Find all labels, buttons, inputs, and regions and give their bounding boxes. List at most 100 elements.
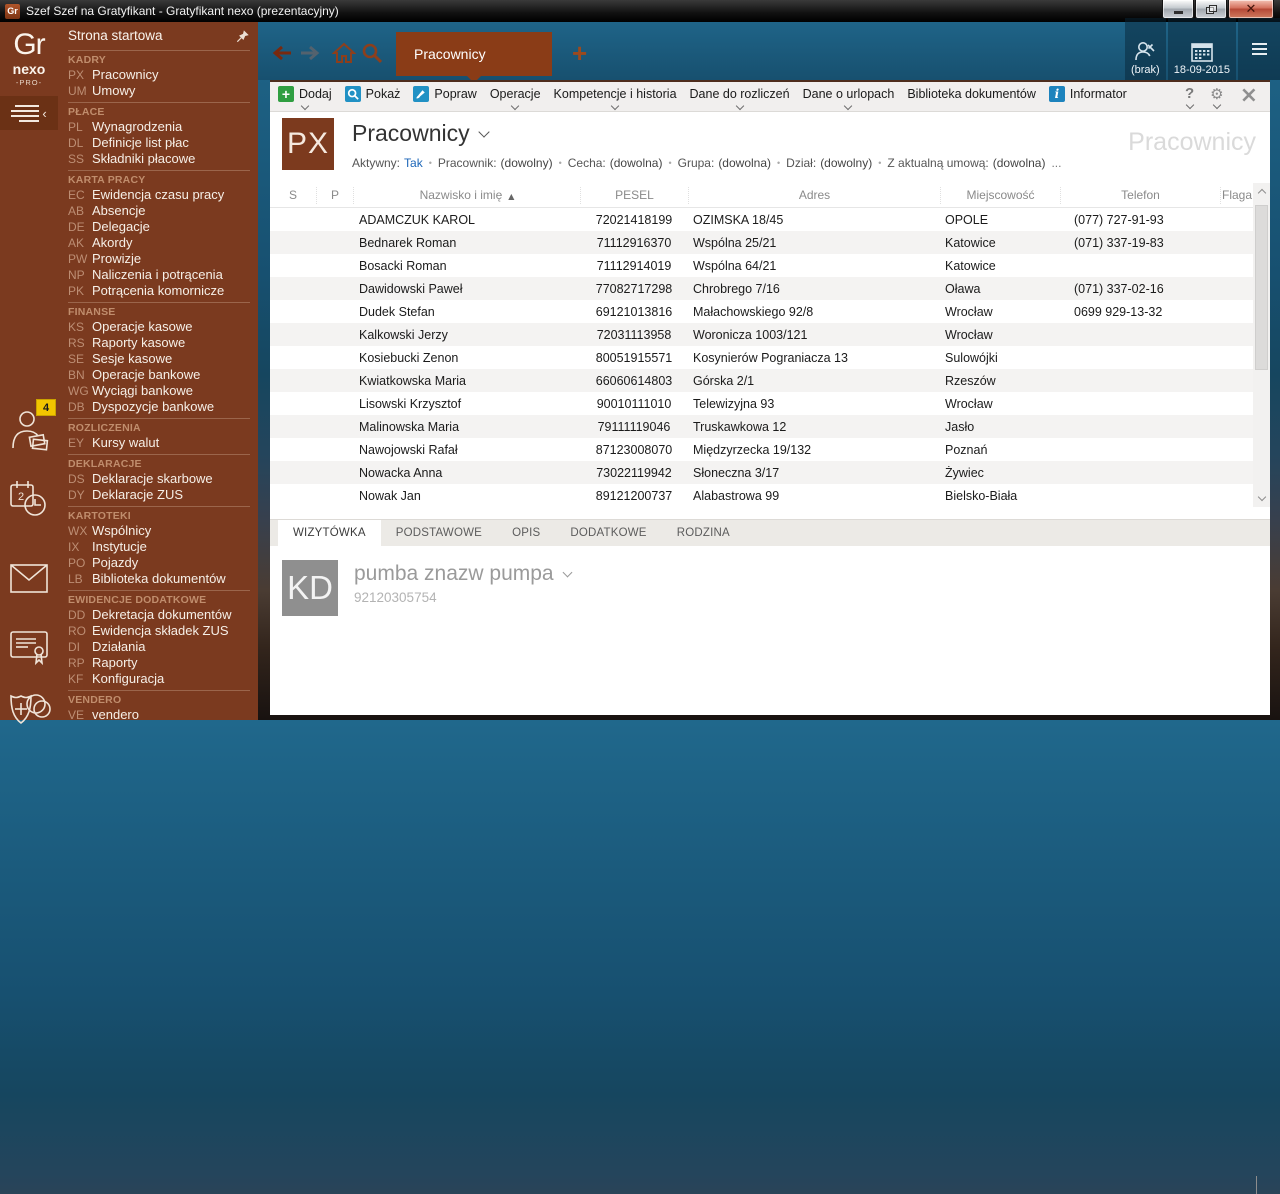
sidebar-item-ix[interactable]: IXInstytucje <box>68 539 250 555</box>
name-dropdown-chevron-icon[interactable] <box>562 568 572 578</box>
filter-value[interactable]: (dowolny) <box>820 156 872 170</box>
column-header-pesel[interactable]: PESEL <box>580 187 688 204</box>
sidebar-item-bn[interactable]: BNOperacje bankowe <box>68 367 250 383</box>
filter-cecha[interactable]: Cecha:(dowolna) <box>553 156 663 170</box>
filter-value[interactable]: (dowolny) <box>501 156 553 170</box>
sidebar-item-pw[interactable]: PWProwizje <box>68 251 250 267</box>
table-row[interactable]: Nowak Jan89121200737Alabastrowa 99Bielsk… <box>270 484 1253 507</box>
toolbar-button-dodaj[interactable]: +Dodaj <box>278 85 332 109</box>
sidebar-item-rs[interactable]: RSRaporty kasowe <box>68 335 250 351</box>
column-header-p[interactable]: P <box>316 187 353 204</box>
sidebar-item-um[interactable]: UMUmowy <box>68 83 250 99</box>
detail-scroll-down-button[interactable] <box>1256 1176 1257 1194</box>
table-row[interactable]: Kalkowski Jerzy72031113958Woronicza 1003… <box>270 323 1253 346</box>
main-menu-button[interactable] <box>1238 18 1280 80</box>
detail-tab-dodatkowe[interactable]: DODATKOWE <box>555 520 661 546</box>
table-row[interactable]: Malinowska Maria79111119046Truskawkowa 1… <box>270 415 1253 438</box>
sidebar-item-wg[interactable]: WGWyciągi bankowe <box>68 383 250 399</box>
sidebar-item-de[interactable]: DEDelegacje <box>68 219 250 235</box>
table-row[interactable]: Kwiatkowska Maria66060614803Górska 2/1Rz… <box>270 369 1253 392</box>
toolbar-button-operacje[interactable]: Operacje <box>490 85 541 109</box>
close-view-button[interactable]: × <box>1240 86 1258 107</box>
restore-button[interactable] <box>1195 0 1227 19</box>
sidebar-item-ks[interactable]: KSOperacje kasowe <box>68 319 250 335</box>
toolbar-button-poka-[interactable]: Pokaż <box>345 85 401 109</box>
forward-button[interactable] <box>296 41 324 65</box>
detail-tab-wizytówka[interactable]: WIZYTÓWKA <box>278 520 381 546</box>
sidebar-item-di[interactable]: DIDziałania <box>68 639 250 655</box>
table-row[interactable]: Lisowski Krzysztof90010111010Telewizyjna… <box>270 392 1253 415</box>
insurance-shortcut-button[interactable] <box>0 688 58 732</box>
sidebar-item-ak[interactable]: AKAkordy <box>68 235 250 251</box>
table-row[interactable]: Nawojowski Rafał87123008070Międzyrzecka … <box>270 438 1253 461</box>
sidebar-item-po[interactable]: POPojazdy <box>68 555 250 571</box>
toolbar-button-popraw[interactable]: Popraw <box>413 85 476 109</box>
filter-dział[interactable]: Dział:(dowolny) <box>771 156 872 170</box>
sidebar-item-ab[interactable]: ABAbsencje <box>68 203 250 219</box>
filters-more[interactable]: ... <box>1051 156 1061 170</box>
title-dropdown-chevron-icon[interactable] <box>478 126 489 137</box>
sidebar-item-ey[interactable]: EYKursy walut <box>68 435 250 451</box>
table-row[interactable]: Nowacka Anna73022119942Słoneczna 3/17Żyw… <box>270 461 1253 484</box>
back-button[interactable] <box>268 41 296 65</box>
sidebar-item-px[interactable]: PXPracownicy <box>68 67 250 83</box>
column-header-nazwisko-i-imię[interactable]: Nazwisko i imię▲ <box>353 187 580 204</box>
sidebar-item-se[interactable]: SESesje kasowe <box>68 351 250 367</box>
detail-tab-podstawowe[interactable]: PODSTAWOWE <box>381 520 497 546</box>
column-header-miejscowość[interactable]: Miejscowość <box>940 187 1060 204</box>
minimize-button[interactable] <box>1162 0 1194 19</box>
table-row[interactable]: ADAMCZUK KAROL72021418199OZIMSKA 18/45OP… <box>270 208 1253 231</box>
calendar-shortcut-button[interactable]: 2 <box>0 478 58 520</box>
sidebar-item-kf[interactable]: KFKonfiguracja <box>68 671 250 687</box>
sidebar-item-db[interactable]: DBDyspozycje bankowe <box>68 399 250 415</box>
toolbar-button-dane-o-urlopach[interactable]: Dane o urlopach <box>803 85 895 109</box>
user-tile[interactable]: (brak) <box>1125 18 1166 80</box>
sidebar-item-ec[interactable]: ECEwidencja czasu pracy <box>68 187 250 203</box>
date-tile[interactable]: 18-09-2015 <box>1168 18 1236 80</box>
vertical-scrollbar[interactable] <box>1253 183 1270 507</box>
scroll-up-button[interactable] <box>1253 183 1270 200</box>
scrollbar-thumb[interactable] <box>1255 205 1268 370</box>
sidebar-item-pl[interactable]: PLWynagrodzenia <box>68 119 250 135</box>
table-row[interactable]: Bednarek Roman71112916370Wspólna 25/21Ka… <box>270 231 1253 254</box>
detail-tab-opis[interactable]: OPIS <box>497 520 555 546</box>
sidebar-item-wx[interactable]: WXWspólnicy <box>68 523 250 539</box>
sidebar-item-home[interactable]: Strona startowa <box>58 22 258 47</box>
column-header-s[interactable]: S <box>270 187 316 204</box>
sidebar-item-ve[interactable]: VEvendero <box>68 707 250 720</box>
tab-pracownicy[interactable]: Pracownicy <box>396 32 552 76</box>
detail-tab-rodzina[interactable]: RODZINA <box>662 520 745 546</box>
sidebar-item-np[interactable]: NPNaliczenia i potrącenia <box>68 267 250 283</box>
sidebar-item-dl[interactable]: DLDefinicje list płac <box>68 135 250 151</box>
table-row[interactable]: Kosiebucki Zenon80051915571Kosynierów Po… <box>270 346 1253 369</box>
filter-value[interactable]: (dowolna) <box>718 156 771 170</box>
table-row[interactable]: Bosacki Roman71112914019Wspólna 64/21Kat… <box>270 254 1253 277</box>
sidebar-item-pk[interactable]: PKPotrącenia komornicze <box>68 283 250 299</box>
sidebar-item-dy[interactable]: DYDeklaracje ZUS <box>68 487 250 503</box>
new-tab-button[interactable]: + <box>572 40 587 66</box>
settings-button[interactable]: ⚙ <box>1210 86 1223 108</box>
table-row[interactable]: Dawidowski Paweł77082717298Chrobrego 7/1… <box>270 277 1253 300</box>
scroll-down-button[interactable] <box>1253 490 1270 507</box>
home-button[interactable] <box>330 41 358 65</box>
pin-icon[interactable] <box>236 29 250 43</box>
sidebar-item-ro[interactable]: ROEwidencja składek ZUS <box>68 623 250 639</box>
certificates-shortcut-button[interactable] <box>0 628 58 668</box>
toolbar-button-dane-do-rozlicze-[interactable]: Dane do rozliczeń <box>690 85 790 109</box>
filter-grupa[interactable]: Grupa:(dowolna) <box>662 156 771 170</box>
sidebar-item-ds[interactable]: DSDeklaracje skarbowe <box>68 471 250 487</box>
filter-pracownik[interactable]: Pracownik:(dowolny) <box>423 156 553 170</box>
mail-shortcut-button[interactable] <box>0 564 58 594</box>
sidebar-item-rp[interactable]: RPRaporty <box>68 655 250 671</box>
sidebar-item-dd[interactable]: DDDekretacja dokumentów <box>68 607 250 623</box>
help-button[interactable]: ? <box>1185 86 1194 108</box>
filter-value[interactable]: Tak <box>404 156 423 170</box>
sidebar-item-lb[interactable]: LBBiblioteka dokumentów <box>68 571 250 587</box>
table-row[interactable]: Dudek Stefan69121013816Małachowskiego 92… <box>270 300 1253 323</box>
toolbar-button-informator[interactable]: iInformator <box>1049 85 1127 109</box>
toolbar-button-kompetencje-i-historia[interactable]: Kompetencje i historia <box>554 85 677 109</box>
filter-value[interactable]: (dowolna) <box>993 156 1046 170</box>
column-header-flaga[interactable]: Flaga <box>1220 187 1253 204</box>
column-header-telefon[interactable]: Telefon <box>1060 187 1220 204</box>
close-button[interactable]: ✕ <box>1228 0 1274 19</box>
